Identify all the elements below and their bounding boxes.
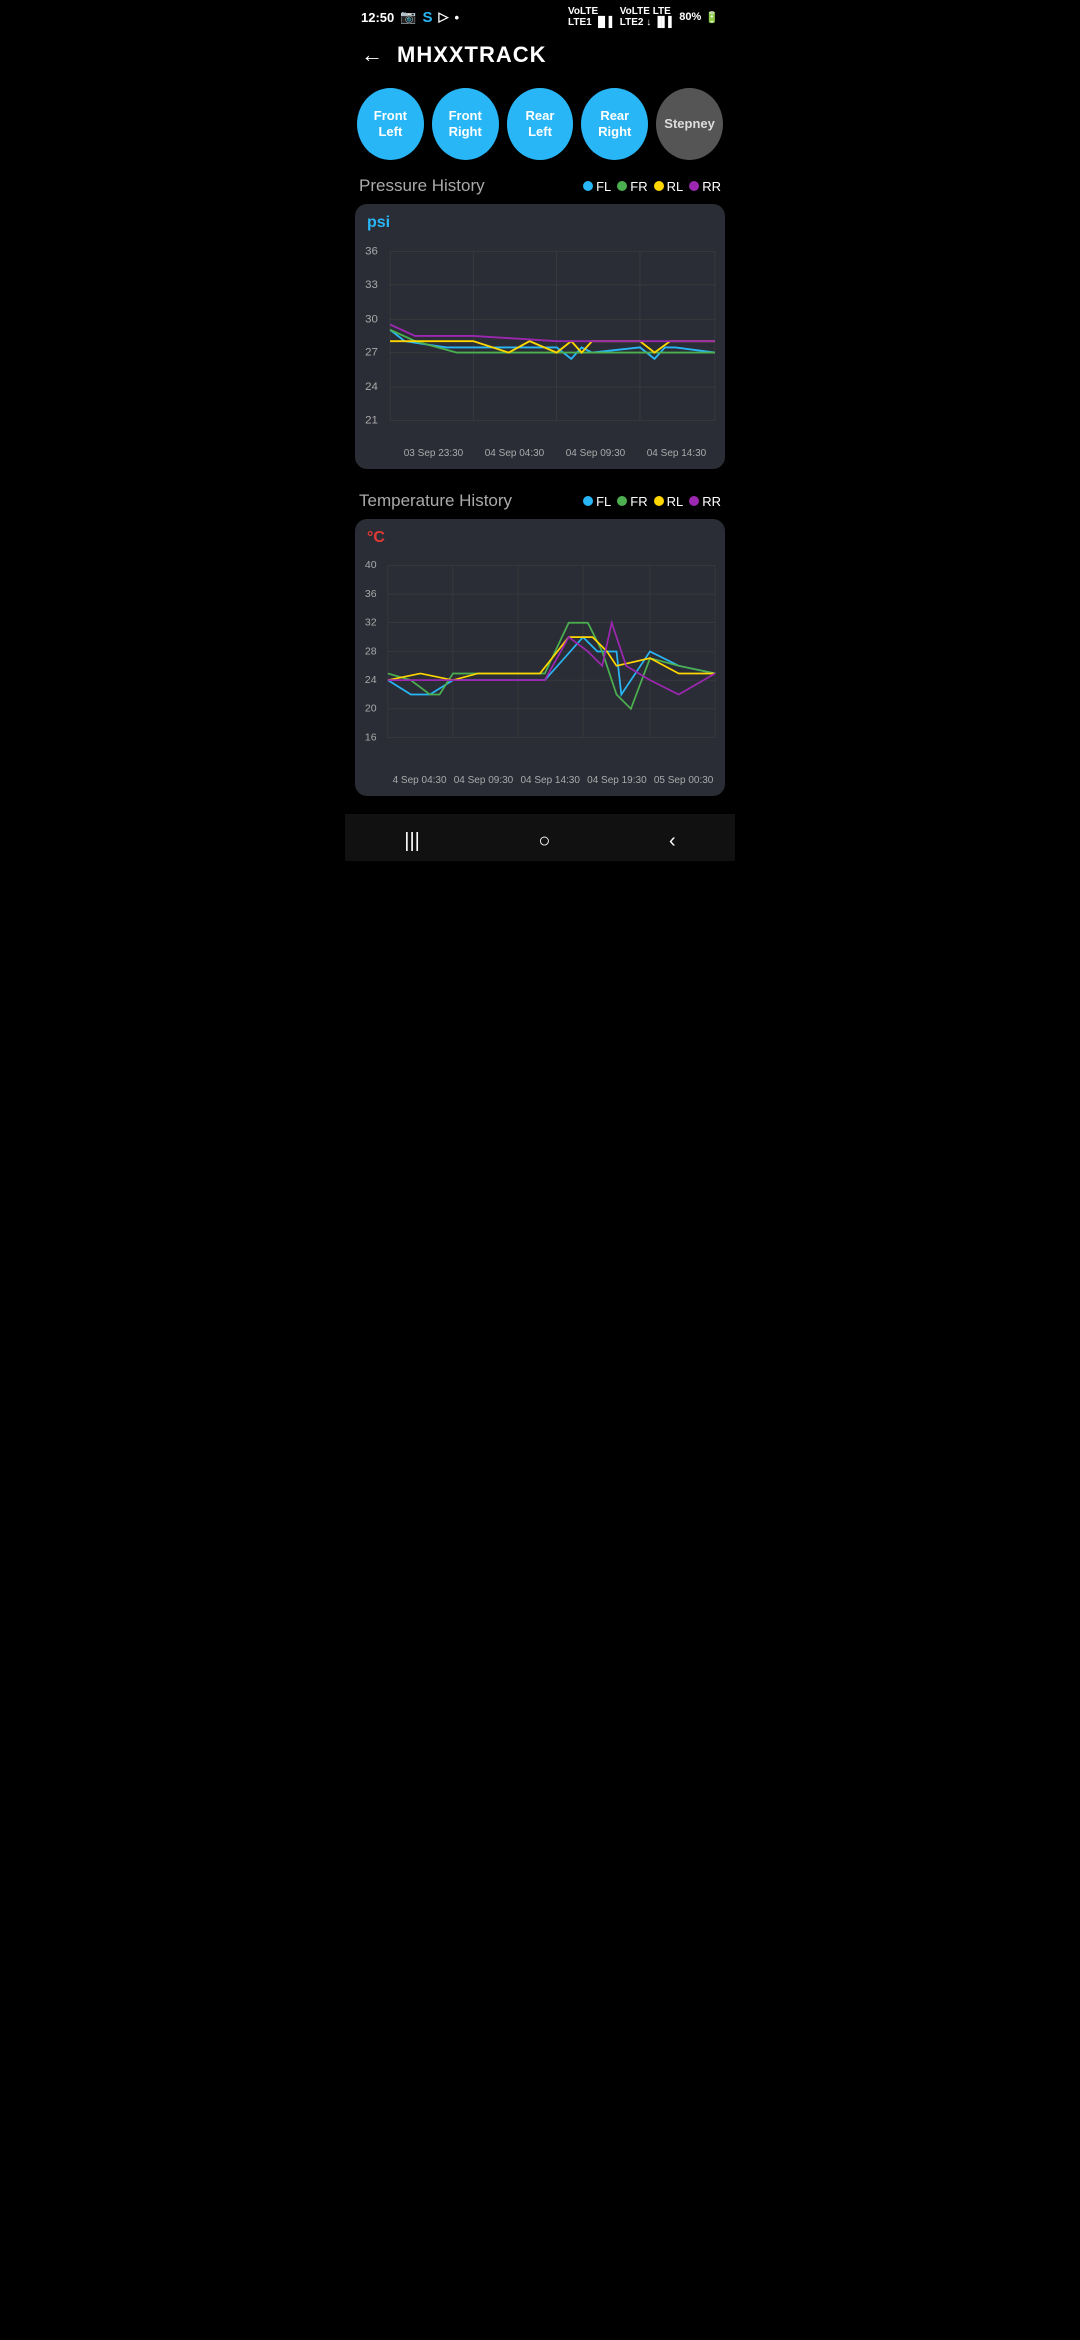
temp-legend-fr-dot — [617, 496, 627, 506]
signal-lte1: VoLTELTE1 ▐▌▌ — [568, 6, 616, 28]
svg-text:20: 20 — [365, 703, 377, 715]
svg-text:24: 24 — [365, 381, 378, 393]
svg-text:27: 27 — [365, 347, 378, 359]
temp-legend-fl-dot — [583, 496, 593, 506]
nav-back-icon[interactable]: ‹ — [669, 830, 676, 853]
svg-text:33: 33 — [365, 279, 378, 291]
pressure-x-2: 04 Sep 09:30 — [566, 448, 626, 459]
pressure-history-title: Pressure History — [359, 176, 485, 196]
temp-legend-fl-label: FL — [596, 494, 611, 509]
s-icon: S — [422, 9, 432, 26]
temp-legend-rr-dot — [689, 496, 699, 506]
temp-x-2: 04 Sep 14:30 — [520, 775, 580, 786]
temp-x-1: 04 Sep 09:30 — [454, 775, 514, 786]
tire-btn-rl[interactable]: RearLeft — [507, 88, 574, 160]
svg-text:32: 32 — [365, 617, 377, 629]
pressure-legend: FL FR RL RR — [583, 179, 721, 194]
temp-legend-fr: FR — [617, 494, 647, 509]
temp-legend-rr-label: RR — [702, 494, 721, 509]
temp-legend: FL FR RL RR — [583, 494, 721, 509]
temp-legend-rr: RR — [689, 494, 721, 509]
pressure-x-0: 03 Sep 23:30 — [404, 448, 464, 459]
temp-legend-fr-label: FR — [630, 494, 647, 509]
temp-unit: °C — [363, 529, 717, 547]
svg-text:40: 40 — [365, 559, 377, 571]
nav-bar: ||| ○ ‹ — [345, 814, 735, 861]
play-icon: ▷ — [438, 9, 448, 25]
legend-fr-label: FR — [630, 179, 647, 194]
time-display: 12:50 — [361, 10, 394, 25]
temp-legend-fl: FL — [583, 494, 611, 509]
legend-fr: FR — [617, 179, 647, 194]
temp-history-title: Temperature History — [359, 491, 512, 511]
camera-icon: 📷 — [400, 9, 416, 25]
nav-recent-icon[interactable]: ||| — [404, 830, 420, 853]
temp-legend-rl: RL — [654, 494, 684, 509]
dot-icon: • — [454, 10, 459, 25]
temp-legend-rl-label: RL — [667, 494, 684, 509]
temp-x-0: 4 Sep 04:30 — [393, 775, 447, 786]
pressure-history-header: Pressure History FL FR RL RR — [345, 172, 735, 204]
svg-text:21: 21 — [365, 414, 378, 426]
tire-buttons-group: FrontLeft FrontRight RearLeft RearRight … — [345, 80, 735, 172]
legend-fl-dot — [583, 181, 593, 191]
tire-btn-fr[interactable]: FrontRight — [432, 88, 499, 160]
pressure-x-labels: 03 Sep 23:30 04 Sep 04:30 04 Sep 09:30 0… — [363, 444, 717, 461]
legend-fr-dot — [617, 181, 627, 191]
legend-fl: FL — [583, 179, 611, 194]
legend-rr: RR — [689, 179, 721, 194]
back-button[interactable]: ← — [361, 42, 383, 68]
temp-x-labels: 4 Sep 04:30 04 Sep 09:30 04 Sep 14:30 04… — [363, 771, 717, 788]
battery-icon: 🔋 — [705, 11, 719, 24]
temp-legend-rl-dot — [654, 496, 664, 506]
legend-rl-dot — [654, 181, 664, 191]
temp-chart: 40 36 32 28 24 20 16 — [363, 551, 717, 771]
legend-fl-label: FL — [596, 179, 611, 194]
legend-rr-dot — [689, 181, 699, 191]
temp-x-3: 04 Sep 19:30 — [587, 775, 647, 786]
status-bar: 12:50 📷 S ▷ • VoLTELTE1 ▐▌▌ VoLTE LTELTE… — [345, 0, 735, 32]
legend-rl-label: RL — [667, 179, 684, 194]
svg-text:28: 28 — [365, 646, 377, 658]
signal-lte2: VoLTE LTELTE2 ↓ ▐▌▌ — [620, 6, 676, 28]
temp-history-header: Temperature History FL FR RL RR — [345, 487, 735, 519]
pressure-x-1: 04 Sep 04:30 — [485, 448, 545, 459]
battery-display: 80% — [679, 11, 701, 23]
temp-x-4: 05 Sep 00:30 — [654, 775, 714, 786]
page-title: MHXXTRACK — [397, 42, 547, 68]
svg-text:16: 16 — [365, 732, 377, 744]
svg-text:36: 36 — [365, 588, 377, 600]
legend-rl: RL — [654, 179, 684, 194]
tire-btn-rr[interactable]: RearRight — [581, 88, 648, 160]
pressure-unit: psi — [363, 214, 717, 232]
svg-text:36: 36 — [365, 246, 378, 258]
nav-home-icon[interactable]: ○ — [538, 830, 550, 853]
status-left: 12:50 📷 S ▷ • — [361, 9, 459, 26]
pressure-x-3: 04 Sep 14:30 — [647, 448, 707, 459]
tire-btn-stepney[interactable]: Stepney — [656, 88, 723, 160]
svg-text:30: 30 — [365, 313, 378, 325]
pressure-chart-container: psi 36 33 30 27 24 21 03 Sep 23:30 — [355, 204, 725, 469]
app-header: ← MHXXTRACK — [345, 32, 735, 80]
pressure-chart: 36 33 30 27 24 21 — [363, 236, 717, 444]
svg-text:24: 24 — [365, 674, 377, 686]
legend-rr-label: RR — [702, 179, 721, 194]
status-right: VoLTELTE1 ▐▌▌ VoLTE LTELTE2 ↓ ▐▌▌ 80% 🔋 — [568, 6, 719, 28]
temp-chart-container: °C 40 36 32 28 24 20 16 — [355, 519, 725, 796]
tire-btn-fl[interactable]: FrontLeft — [357, 88, 424, 160]
